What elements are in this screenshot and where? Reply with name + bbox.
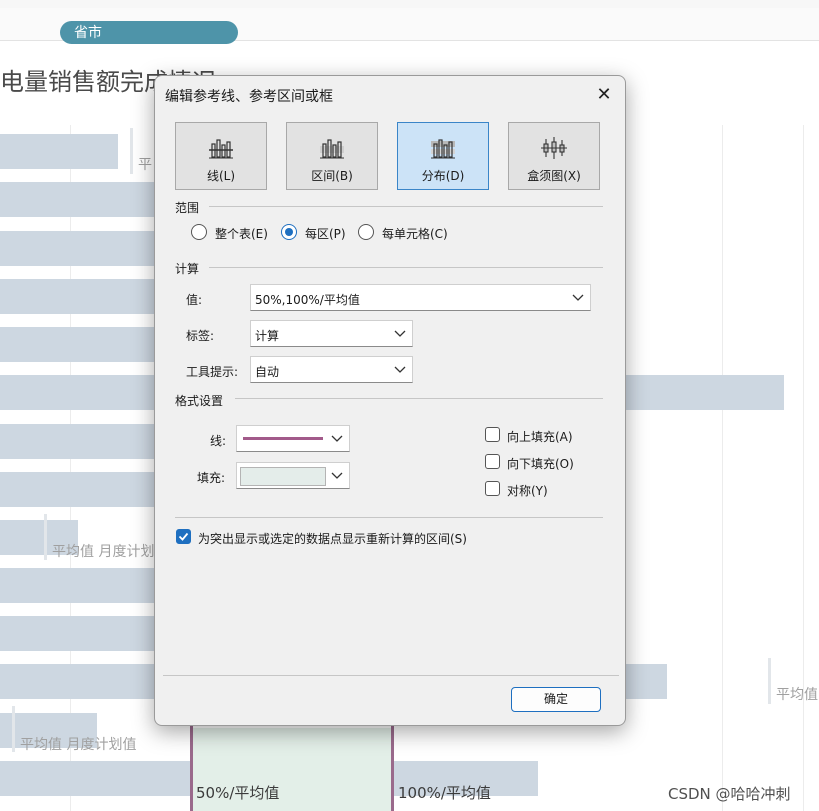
- section-divider: [209, 267, 603, 268]
- distribution-label-100: 100%/平均值: [398, 784, 491, 802]
- scope-per-pane-radio[interactable]: [281, 224, 297, 240]
- tab-distribution-label: 分布(D): [421, 169, 465, 183]
- recalc-checkbox[interactable]: [176, 529, 191, 544]
- bar[interactable]: [0, 375, 160, 410]
- scope-entire-table-label: 整个表(E): [215, 227, 268, 241]
- grid-line: [722, 125, 723, 811]
- tab-band[interactable]: 区间(B): [286, 122, 378, 190]
- tab-box-plot[interactable]: 盒须图(X): [508, 122, 600, 190]
- line-color-swatch: [243, 437, 323, 440]
- watermark: CSDN @哈哈冲刺: [668, 785, 791, 803]
- bar[interactable]: [0, 279, 160, 314]
- bar[interactable]: [0, 664, 160, 699]
- tooltip-dropdown-value: 自动: [255, 365, 280, 379]
- bar[interactable]: [0, 616, 160, 651]
- tab-distribution[interactable]: 分布(D): [397, 122, 489, 190]
- symmetric-checkbox[interactable]: [485, 481, 500, 496]
- avg-plan-label: 平均值 月度计划值: [52, 544, 169, 560]
- bar[interactable]: [0, 134, 118, 169]
- scope-entire-table-radio[interactable]: [191, 224, 207, 240]
- fill-above-label: 向上填充(A): [507, 430, 573, 444]
- value-dropdown[interactable]: 50%,100%/平均值: [250, 284, 591, 311]
- dialog-title: 编辑参考线、参考区间或框: [165, 89, 333, 105]
- reference-tick: [12, 706, 15, 752]
- label-dropdown[interactable]: 计算: [250, 320, 413, 347]
- tab-line-label: 线(L): [206, 169, 236, 183]
- fill-color-dropdown[interactable]: [236, 462, 350, 489]
- reference-tick: [768, 658, 771, 704]
- fill-below-label: 向下填充(O): [507, 457, 574, 471]
- line-style-dropdown[interactable]: [236, 425, 350, 452]
- avg-label-partial: 平均值: [776, 687, 818, 703]
- avg-label-partial: 平: [138, 157, 152, 173]
- scope-per-cell-label: 每单元格(C): [382, 227, 448, 241]
- tab-line[interactable]: 线(L): [175, 122, 267, 190]
- formatting-heading: 格式设置: [175, 394, 224, 408]
- bar[interactable]: [0, 424, 160, 459]
- bar[interactable]: [0, 231, 160, 266]
- section-divider: [175, 517, 603, 518]
- scope-heading: 范围: [175, 201, 200, 215]
- chevron-down-icon: [572, 294, 584, 301]
- checkmark-icon: [178, 532, 189, 541]
- bar[interactable]: [626, 375, 784, 410]
- reference-band-icon: [320, 139, 344, 159]
- chevron-down-icon: [331, 435, 343, 442]
- bar[interactable]: [0, 568, 160, 603]
- scope-per-pane-label: 每区(P): [305, 227, 346, 241]
- fill-label: 填充:: [197, 471, 226, 485]
- avg-plan-label: 平均值 月度计划值: [20, 737, 137, 753]
- distribution-label-50: 50%/平均值: [196, 784, 280, 802]
- grid-line: [70, 125, 71, 811]
- bar[interactable]: [0, 327, 160, 362]
- bar[interactable]: [626, 664, 667, 699]
- distribution-icon: [431, 139, 455, 159]
- symmetric-label: 对称(Y): [507, 484, 548, 498]
- ok-button[interactable]: 确定: [511, 687, 601, 712]
- bar[interactable]: [0, 182, 160, 217]
- reference-tick: [44, 514, 47, 560]
- scope-per-cell-radio[interactable]: [358, 224, 374, 240]
- distribution-line-100: [391, 726, 394, 811]
- label-dropdown-value: 计算: [255, 329, 280, 343]
- tab-box-plot-label: 盒须图(X): [527, 169, 581, 183]
- close-icon[interactable]: ✕: [591, 82, 617, 108]
- distribution-line-50: [190, 726, 193, 811]
- tooltip-dropdown[interactable]: 自动: [250, 356, 413, 383]
- line-label: 线:: [210, 434, 227, 448]
- section-divider: [209, 206, 603, 207]
- grid-line: [803, 125, 804, 811]
- fill-color-swatch: [240, 467, 326, 486]
- fill-below-checkbox[interactable]: [485, 454, 500, 469]
- chevron-down-icon: [394, 330, 406, 337]
- box-plot-icon: [541, 137, 567, 159]
- recalc-label: 为突出显示或选定的数据点显示重新计算的区间(S): [198, 532, 467, 546]
- section-divider: [235, 398, 603, 399]
- value-label: 值:: [186, 293, 203, 307]
- tooltip-label: 工具提示:: [186, 365, 239, 379]
- bar[interactable]: [0, 472, 160, 507]
- rows-shelf: 省市: [0, 8, 819, 44]
- edit-reference-dialog: 编辑参考线、参考区间或框 ✕ 线(L) 区间(B) 分布(D) 盒须图(X) 范…: [154, 75, 626, 726]
- province-pill[interactable]: 省市: [60, 21, 238, 44]
- value-dropdown-value: 50%,100%/平均值: [255, 293, 360, 307]
- reference-tick: [130, 128, 133, 174]
- fill-above-checkbox[interactable]: [485, 427, 500, 442]
- tab-band-label: 区间(B): [311, 169, 353, 183]
- label-label: 标签:: [186, 329, 215, 343]
- chevron-down-icon: [394, 366, 406, 373]
- footer-divider: [163, 675, 619, 676]
- reference-line-icon: [209, 139, 233, 159]
- computation-heading: 计算: [175, 262, 200, 276]
- chevron-down-icon: [331, 472, 343, 479]
